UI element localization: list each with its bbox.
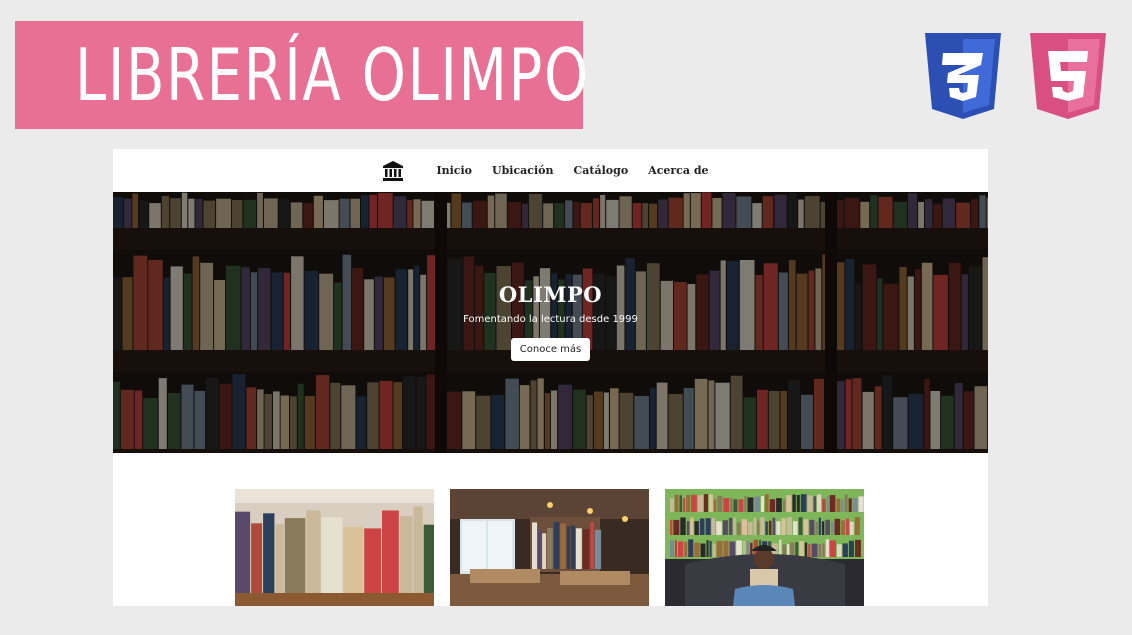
- nav-inicio[interactable]: Inicio: [436, 164, 472, 177]
- hero-title: OLIMPO: [498, 282, 603, 307]
- hero-subtitle: Fomentando la lectura desde 1999: [463, 314, 638, 325]
- title-banner: LIBRERÍA OLIMPO: [15, 21, 588, 129]
- nav-ubicacion[interactable]: Ubicación: [492, 164, 554, 177]
- css3-logo: [925, 33, 1001, 119]
- temple-icon[interactable]: [382, 160, 404, 182]
- learn-more-button[interactable]: Conoce más: [510, 338, 591, 361]
- website-preview: Inicio Ubicación Catálogo Acerca de OLIM…: [113, 149, 988, 606]
- card-store-interior-image[interactable]: [450, 489, 649, 606]
- navbar: Inicio Ubicación Catálogo Acerca de: [113, 149, 988, 192]
- card-grid: [235, 489, 864, 606]
- nav-acerca-de[interactable]: Acerca de: [648, 164, 708, 177]
- nav-catalogo[interactable]: Catálogo: [574, 164, 629, 177]
- html5-logo: [1030, 33, 1106, 119]
- hero-section: OLIMPO Fomentando la lectura desde 1999 …: [113, 192, 988, 453]
- card-woman-reading-image[interactable]: [665, 489, 864, 606]
- card-bookshelf-image[interactable]: [235, 489, 434, 606]
- banner-title: LIBRERÍA OLIMPO: [75, 33, 590, 117]
